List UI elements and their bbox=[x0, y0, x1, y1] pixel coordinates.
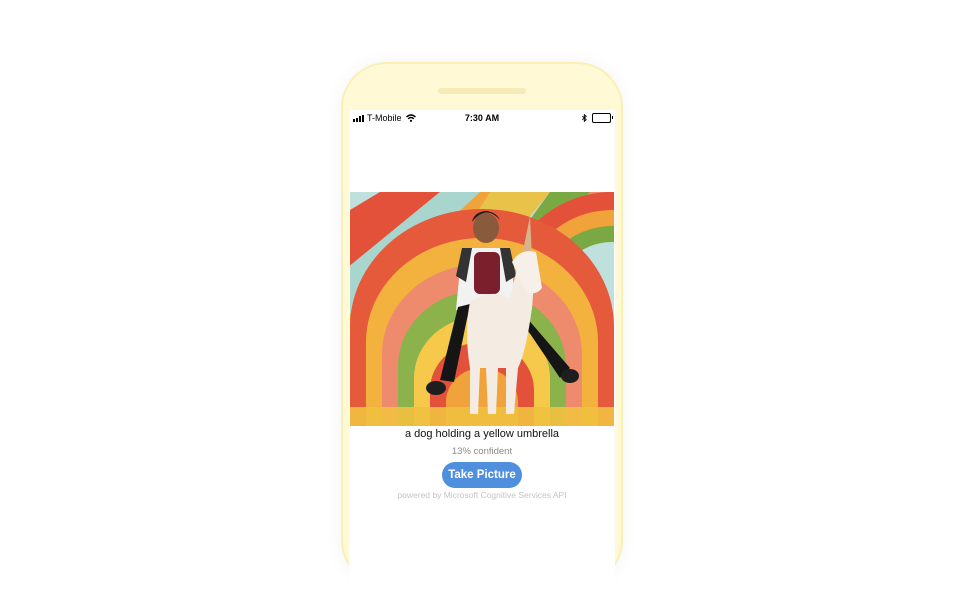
bluetooth-icon bbox=[582, 114, 587, 122]
phone-speaker bbox=[438, 88, 526, 94]
caption-text: a dog holding a yellow umbrella bbox=[404, 428, 560, 440]
battery-icon bbox=[592, 113, 613, 123]
confidence-text: 13% confident bbox=[451, 446, 513, 457]
status-time: 7:30 AM bbox=[464, 113, 500, 123]
take-picture-button[interactable]: Take Picture bbox=[442, 462, 522, 488]
status-right bbox=[582, 113, 613, 123]
captured-photo bbox=[350, 192, 614, 426]
phone-frame: T-Mobile 7:30 AM a dog holding a yellow … bbox=[341, 62, 623, 590]
powered-by-text: powered by Microsoft Cognitive Services … bbox=[397, 490, 567, 500]
status-bar: T-Mobile 7:30 AM bbox=[349, 110, 615, 128]
app-screen: T-Mobile 7:30 AM a dog holding a yellow … bbox=[349, 110, 615, 590]
